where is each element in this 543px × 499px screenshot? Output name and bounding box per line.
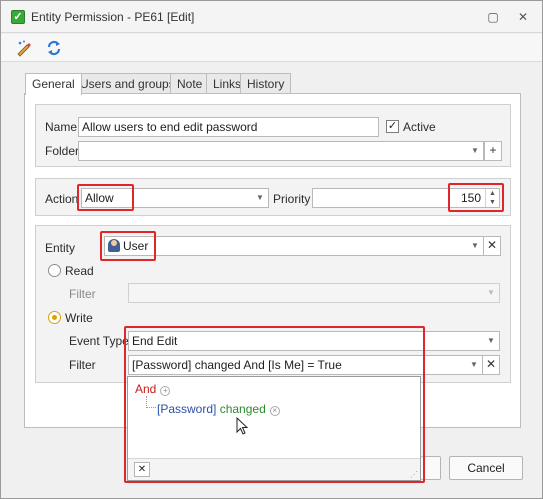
- entity-value: User: [123, 239, 149, 253]
- filter-editor-popup: And + [Password] changed × ✕ ⋰: [127, 376, 421, 481]
- filter-group-node[interactable]: And +: [135, 382, 171, 396]
- priority-value: 150: [460, 191, 481, 205]
- action-label: Action: [45, 192, 79, 206]
- tree-connector: [146, 396, 156, 408]
- resize-grip-icon[interactable]: ⋰: [410, 470, 418, 479]
- condition-field[interactable]: [Password]: [157, 402, 216, 416]
- event-type-arrow-icon[interactable]: ▼: [483, 332, 499, 350]
- active-checkbox[interactable]: ✓: [386, 120, 399, 133]
- pencil-wand-icon: [17, 40, 31, 57]
- name-input[interactable]: Allow users to end edit password: [78, 117, 379, 137]
- entity-label: Entity: [45, 241, 76, 255]
- priority-spinner[interactable]: 150 ▲ ▼: [312, 188, 500, 208]
- tab-users-and-groups[interactable]: Users and groups: [73, 73, 182, 94]
- read-filter-arrow-icon: ▼: [487, 288, 495, 297]
- event-type-label: Event Type: [69, 334, 129, 348]
- toolbar: [1, 34, 542, 62]
- user-icon: [108, 239, 120, 252]
- write-filter-label: Filter: [69, 358, 96, 372]
- restore-window-button[interactable]: ▢: [485, 9, 501, 25]
- folder-dropdown-arrow-icon[interactable]: ▼: [467, 142, 483, 160]
- event-type-dropdown[interactable]: End Edit ▼: [128, 331, 500, 351]
- close-icon: ✕: [517, 10, 529, 24]
- folder-add-button[interactable]: +: [484, 141, 502, 161]
- window-title: Entity Permission - PE61 [Edit]: [31, 10, 195, 24]
- read-radio[interactable]: [48, 264, 61, 277]
- filter-popup-close-button[interactable]: ✕: [134, 462, 150, 477]
- ok-button-partial[interactable]: [421, 456, 441, 480]
- and-operator[interactable]: And: [135, 382, 156, 396]
- app-checkmark-icon: ✓: [11, 10, 25, 24]
- write-radio[interactable]: [48, 311, 61, 324]
- mouse-cursor-icon: [236, 417, 249, 435]
- priority-spin-buttons[interactable]: ▲ ▼: [485, 189, 499, 207]
- event-type-value: End Edit: [132, 334, 178, 348]
- filter-condition-node[interactable]: [Password] changed ×: [157, 402, 280, 416]
- cancel-button[interactable]: Cancel: [449, 456, 523, 480]
- read-filter-label: Filter: [69, 287, 96, 301]
- remove-condition-icon[interactable]: ×: [269, 406, 280, 416]
- write-label: Write: [65, 311, 93, 325]
- action-value: Allow: [85, 191, 114, 205]
- filter-popup-footer: ✕ ⋰: [128, 458, 420, 480]
- write-filter-dropdown[interactable]: [Password] changed And [Is Me] = True ▼: [128, 355, 483, 375]
- close-window-button[interactable]: ✕: [515, 9, 531, 25]
- name-label: Name: [45, 120, 78, 134]
- write-filter-clear-button[interactable]: ✕: [482, 355, 500, 375]
- entity-dropdown-arrow-icon[interactable]: ▼: [467, 237, 483, 255]
- tab-history[interactable]: History: [240, 73, 292, 94]
- entity-clear-button[interactable]: ✕: [483, 236, 501, 256]
- folder-label: Folder: [45, 144, 80, 158]
- tab-note[interactable]: Note: [170, 73, 210, 94]
- active-label: Active: [403, 120, 436, 134]
- tab-general[interactable]: General: [25, 73, 82, 95]
- entity-permission-window: ✓ Entity Permission - PE61 [Edit] ▢ ✕ Ge…: [0, 0, 543, 499]
- title-bar: ✓ Entity Permission - PE61 [Edit] ▢ ✕: [1, 1, 542, 33]
- read-filter-dropdown: ▼: [128, 283, 500, 303]
- folder-dropdown[interactable]: [78, 141, 484, 161]
- read-label: Read: [65, 264, 94, 278]
- action-dropdown-arrow-icon[interactable]: ▼: [252, 189, 268, 207]
- action-dropdown[interactable]: Allow ▼: [81, 188, 269, 208]
- write-filter-arrow-icon[interactable]: ▼: [466, 356, 482, 374]
- edit-wand-button[interactable]: [15, 39, 33, 57]
- add-condition-icon[interactable]: +: [160, 386, 171, 396]
- refresh-button[interactable]: [45, 39, 63, 57]
- write-filter-value: [Password] changed And [Is Me] = True: [132, 358, 342, 372]
- priority-label: Priority: [273, 192, 311, 206]
- refresh-icon: [47, 40, 61, 56]
- condition-operator[interactable]: changed: [220, 402, 266, 416]
- entity-dropdown[interactable]: User ▼: [104, 236, 484, 256]
- restore-icon: ▢: [487, 10, 499, 24]
